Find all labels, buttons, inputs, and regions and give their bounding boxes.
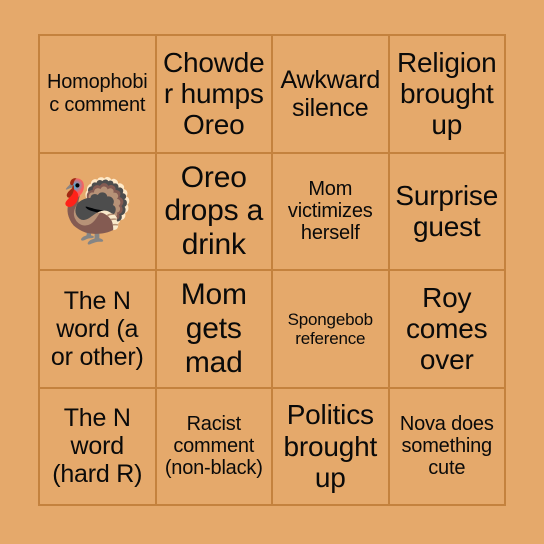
turkey-icon: 🦃 [58,174,136,248]
bingo-cell-label: Homophobic comment [47,71,148,116]
bingo-cell-label: The N word (a or other) [50,286,144,371]
bingo-cell-label: Chowder humps Oreo [162,46,265,141]
bingo-cell[interactable]: Surprise guest [389,153,506,271]
bingo-cell[interactable]: Spongebob reference [273,271,390,389]
bingo-cell[interactable]: Mom victimizes herself [273,153,390,271]
bingo-cell-label: Roy comes over [406,281,488,376]
bingo-card-grid: Homophobic comment Chowder humps Oreo Awkw… [38,34,506,506]
bingo-cell[interactable]: The N word (hard R) [40,388,157,506]
bingo-cell[interactable]: Awkward silence [273,36,390,154]
bingo-cell-label: Religion brought up [396,46,497,141]
bingo-cell-label: Racist comment (non-black) [164,412,263,480]
bingo-cell-label: Surprise guest [395,179,499,243]
bingo-cell-label: Oreo drops a drink [164,160,264,262]
bingo-cell-label: Mom victimizes herself [287,177,373,245]
bingo-free-space-cell[interactable]: 🦃 [40,153,157,271]
bingo-cell[interactable]: Politics brought up [273,388,390,506]
bingo-cell[interactable]: Chowder humps Oreo [156,36,273,154]
bingo-cell[interactable]: Roy comes over [389,271,506,389]
bingo-cell[interactable]: The N word (a or other) [40,271,157,389]
bingo-cell[interactable]: Racist comment (non-black) [156,388,273,506]
bingo-cell[interactable]: Homophobic comment [40,36,157,154]
bingo-cell-label: Politics brought up [283,399,378,493]
bingo-cell-label: Spongebob reference [287,309,373,348]
bingo-cell-label: Mom gets mad [180,278,247,379]
bingo-cell-label: Awkward silence [280,65,381,122]
bingo-cell[interactable]: Nova does something cute [389,388,506,506]
bingo-cell[interactable]: Religion brought up [389,36,506,154]
bingo-cell[interactable]: Mom gets mad [156,271,273,389]
bingo-cell[interactable]: Oreo drops a drink [156,153,273,271]
bingo-cell-label: Nova does something cute [399,412,494,480]
bingo-cell-label: The N word (hard R) [52,404,143,489]
